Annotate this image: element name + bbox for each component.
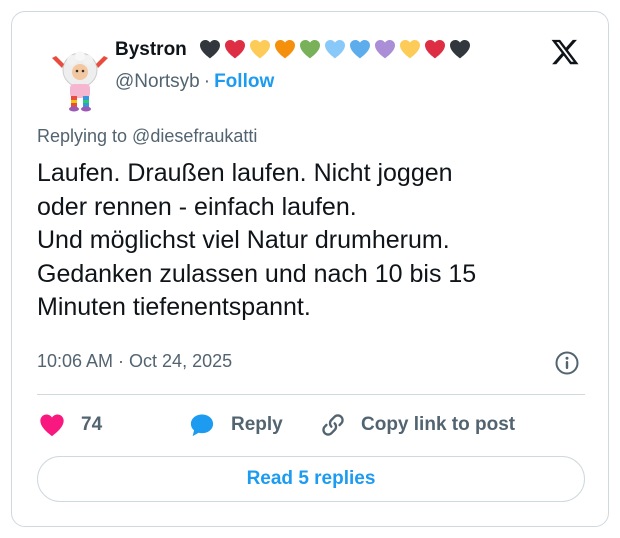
- tweet-line: Minuten tiefenentspannt.: [37, 293, 311, 321]
- heart-emoji-icon: [300, 40, 320, 59]
- heart-emoji-icon: [450, 40, 470, 59]
- tweet-card: Bystron @Nortsyb · Follow Replying to @die…: [11, 11, 609, 527]
- x-logo-icon[interactable]: [549, 37, 581, 67]
- heart-emoji-icon: [275, 40, 295, 59]
- handle-row: @Nortsyb · Follow: [115, 71, 274, 93]
- reply-bubble-icon: [190, 414, 214, 437]
- name-heart-emojis: [198, 37, 472, 61]
- reply-label: Reply: [231, 414, 283, 435]
- like-count: 74: [81, 414, 103, 435]
- heart-emoji-icon: [250, 40, 270, 59]
- divider: [37, 394, 585, 395]
- heart-emoji-icon: [400, 40, 420, 59]
- heart-emoji-icon: [350, 40, 370, 59]
- read-replies-button[interactable]: Read 5 replies: [37, 456, 585, 502]
- like-button[interactable]: 74: [37, 411, 187, 439]
- tweet-line: Gedanken zulassen und nach 10 bis 15: [37, 259, 477, 288]
- heart-emoji-icon: [375, 40, 395, 59]
- separator-dot: ·: [203, 71, 211, 92]
- author-name[interactable]: Bystron: [115, 39, 187, 61]
- action-bar: 74 Reply Copy link to post: [37, 408, 515, 442]
- info-icon[interactable]: [554, 350, 580, 376]
- heart-emoji-icon: [325, 40, 345, 59]
- heart-emoji-icon: [225, 40, 245, 59]
- tweet-timestamp[interactable]: 10:06 AM · Oct 24, 2025: [37, 351, 232, 372]
- copy-link-label: Copy link to post: [361, 414, 516, 435]
- follow-button[interactable]: Follow: [214, 71, 274, 92]
- tweet-line: Laufen. Draußen laufen. Nicht joggen: [37, 159, 453, 187]
- heart-icon: [40, 414, 64, 437]
- heart-emoji-icon: [425, 40, 445, 59]
- replying-to-text[interactable]: Replying to @diesefraukatti: [37, 126, 257, 147]
- heart-emoji-icon: [200, 40, 220, 59]
- link-icon: [322, 414, 344, 436]
- author-handle[interactable]: @Nortsyb: [115, 71, 200, 92]
- copy-link-button[interactable]: Copy link to post: [319, 411, 515, 439]
- tweet-line: Und möglichst viel Natur drumherum.: [37, 226, 450, 254]
- tweet-body: Laufen. Draußen laufen. Nicht joggen ode…: [37, 157, 585, 325]
- tweet-line: oder rennen - einfach laufen.: [37, 192, 357, 221]
- reply-button[interactable]: Reply: [187, 411, 319, 439]
- avatar[interactable]: [50, 46, 110, 112]
